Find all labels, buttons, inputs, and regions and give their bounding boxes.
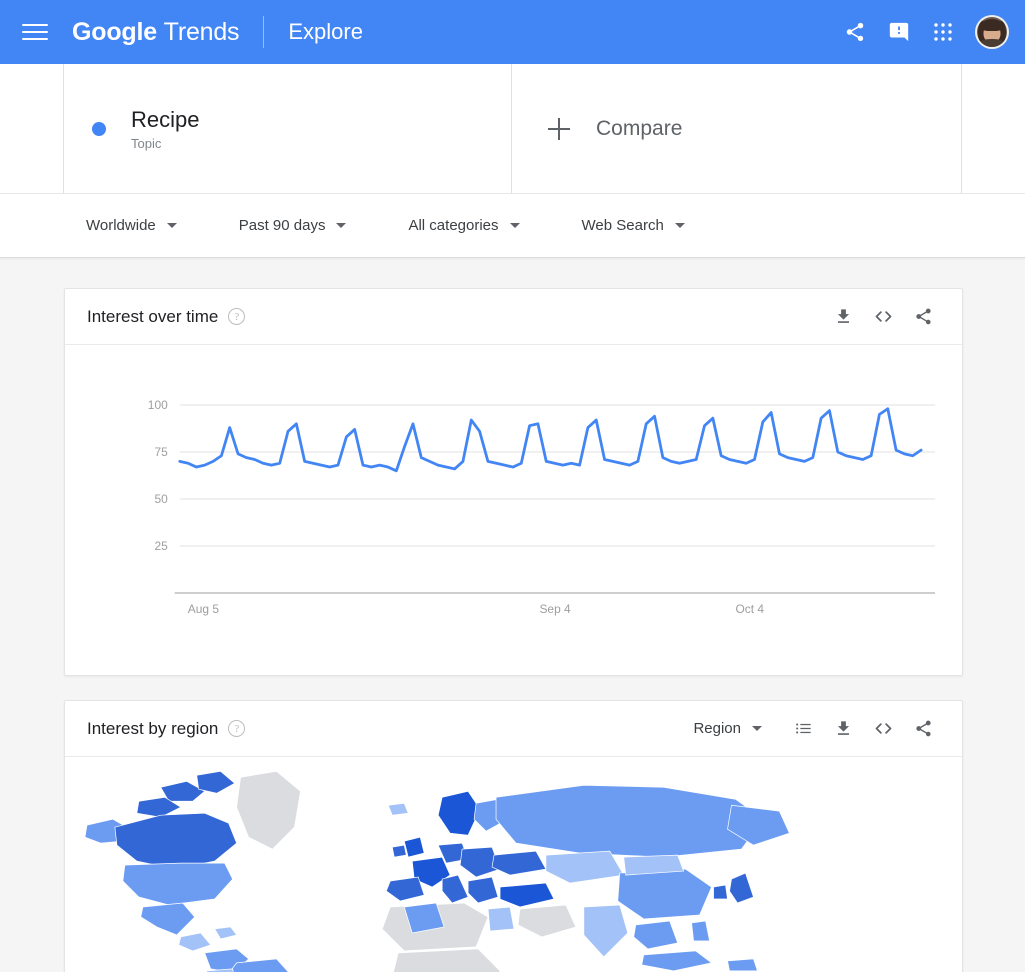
main-content: Interest over time ? 100 75 50 25 Aug 5 Sep 4…: [0, 258, 1025, 972]
interest-over-time-chart[interactable]: 100 75 50 25 Aug 5 Sep 4 Oct 4: [65, 345, 962, 675]
chevron-down-icon: [336, 223, 347, 228]
x-axis-tick-label: Aug 5: [188, 602, 220, 616]
map-region-central-america[interactable]: [178, 932, 212, 952]
chevron-down-icon: [752, 726, 762, 731]
map-region-russia[interactable]: [495, 784, 764, 858]
x-axis-tick-label: Sep 4: [539, 602, 571, 616]
category-filter-label: All categories: [408, 217, 499, 234]
interest-over-time-title: Interest over time: [87, 306, 219, 326]
map-region-italy[interactable]: [441, 874, 469, 904]
line-chart-svg: 100 75 50 25 Aug 5 Sep 4 Oct 4: [148, 398, 936, 616]
apps-grid-icon[interactable]: [921, 10, 965, 54]
hamburger-menu-icon[interactable]: [22, 19, 48, 45]
brand-trends: Trends: [163, 17, 240, 46]
interest-over-time-header: Interest over time ?: [65, 289, 962, 345]
map-region-united-kingdom[interactable]: [403, 836, 425, 858]
y-axis-tick-label: 100: [148, 398, 168, 412]
help-icon[interactable]: ?: [228, 308, 246, 325]
y-axis-tick-label: 75: [154, 445, 168, 459]
interest-by-region-card: Interest by region ? Region: [64, 700, 963, 972]
map-region-ukraine[interactable]: [491, 850, 547, 876]
list-view-icon[interactable]: [786, 712, 820, 746]
map-region-indonesia[interactable]: [641, 950, 713, 972]
chevron-down-icon: [166, 223, 177, 228]
term-row-left-gutter: [0, 64, 64, 193]
map-region-balkans[interactable]: [467, 876, 499, 904]
map-region-philippines[interactable]: [691, 920, 710, 942]
search-term-subtitle: Topic: [131, 136, 162, 152]
series-color-dot: [92, 121, 106, 136]
interest-by-region-title: Interest by region: [87, 718, 219, 738]
map-region-egypt[interactable]: [487, 906, 515, 932]
map-region-iceland[interactable]: [387, 802, 409, 816]
map-region-korea[interactable]: [713, 884, 728, 900]
map-region-spain-portugal[interactable]: [385, 876, 425, 902]
search-term-row: Recipe Topic Compare: [0, 64, 1025, 194]
series-line-recipe: [178, 407, 923, 473]
brand-google: Google: [72, 17, 157, 46]
google-trends-logo[interactable]: Google Trends: [72, 17, 240, 47]
x-axis-tick-label: Oct 4: [736, 602, 765, 616]
map-region-japan[interactable]: [729, 872, 754, 904]
compare-button[interactable]: Compare: [512, 64, 962, 193]
region-dropdown-label: Region: [693, 720, 741, 737]
download-icon[interactable]: [826, 712, 860, 746]
explore-nav-label[interactable]: Explore: [288, 19, 363, 45]
interest-by-region-header: Interest by region ? Region: [65, 701, 962, 757]
plus-icon: [548, 117, 570, 140]
map-region-india[interactable]: [583, 904, 629, 958]
map-region-central-asia[interactable]: [545, 850, 625, 884]
map-region-china[interactable]: [617, 868, 712, 920]
category-filter[interactable]: All categories: [408, 217, 520, 234]
y-axis-tick-label: 25: [154, 539, 168, 553]
interest-by-region-map[interactable]: [65, 757, 962, 972]
avatar-detail: [979, 39, 1005, 47]
map-region-canada-arctic-2[interactable]: [196, 770, 236, 794]
y-axis-tick-label: 50: [154, 492, 168, 506]
search-term-card[interactable]: Recipe Topic: [64, 64, 512, 193]
map-region-ireland[interactable]: [391, 844, 407, 858]
search-term-title: Recipe: [131, 106, 200, 132]
world-map-svg: [84, 770, 790, 972]
account-avatar[interactable]: [975, 15, 1009, 49]
map-region-canada[interactable]: [114, 812, 238, 870]
app-header: Google Trends Explore: [0, 0, 1025, 64]
location-filter[interactable]: Worldwide: [86, 217, 177, 234]
map-region-scandinavia[interactable]: [437, 790, 481, 836]
map-region-united-states[interactable]: [122, 862, 234, 906]
map-region-greenland[interactable]: [236, 770, 301, 850]
share-icon[interactable]: [906, 300, 940, 334]
header-divider: [263, 16, 265, 48]
time-range-filter[interactable]: Past 90 days: [239, 217, 347, 234]
map-region-papua-new-guinea[interactable]: [727, 958, 758, 972]
search-type-filter-label: Web Search: [581, 217, 664, 234]
feedback-icon[interactable]: [877, 10, 921, 54]
map-region-southeast-asia[interactable]: [633, 920, 679, 950]
embed-code-icon[interactable]: [866, 300, 900, 334]
map-region-mexico[interactable]: [140, 902, 196, 936]
search-term-text: Recipe Topic: [131, 106, 199, 152]
help-icon[interactable]: ?: [228, 720, 246, 737]
search-type-filter[interactable]: Web Search: [582, 217, 685, 234]
term-row-right-gutter: [962, 64, 1025, 193]
share-icon[interactable]: [906, 712, 940, 746]
map-region-sub-saharan-africa[interactable]: [392, 948, 501, 972]
chevron-down-icon: [509, 223, 520, 228]
download-icon[interactable]: [826, 300, 860, 334]
map-region-middle-east[interactable]: [517, 904, 577, 938]
map-region-turkey[interactable]: [499, 882, 555, 908]
avatar-detail: [981, 19, 1003, 32]
compare-label: Compare: [596, 116, 683, 140]
region-dropdown[interactable]: Region: [693, 720, 762, 737]
embed-code-icon[interactable]: [866, 712, 900, 746]
map-region-caribbean[interactable]: [214, 926, 238, 940]
chevron-down-icon: [674, 223, 685, 228]
interest-over-time-card: Interest over time ? 100 75 50 25 Aug 5 Sep 4…: [64, 288, 963, 676]
time-range-filter-label: Past 90 days: [238, 217, 326, 234]
filter-bar: Worldwide Past 90 days All categories We…: [0, 194, 1025, 258]
share-icon[interactable]: [833, 10, 877, 54]
location-filter-label: Worldwide: [86, 217, 156, 234]
